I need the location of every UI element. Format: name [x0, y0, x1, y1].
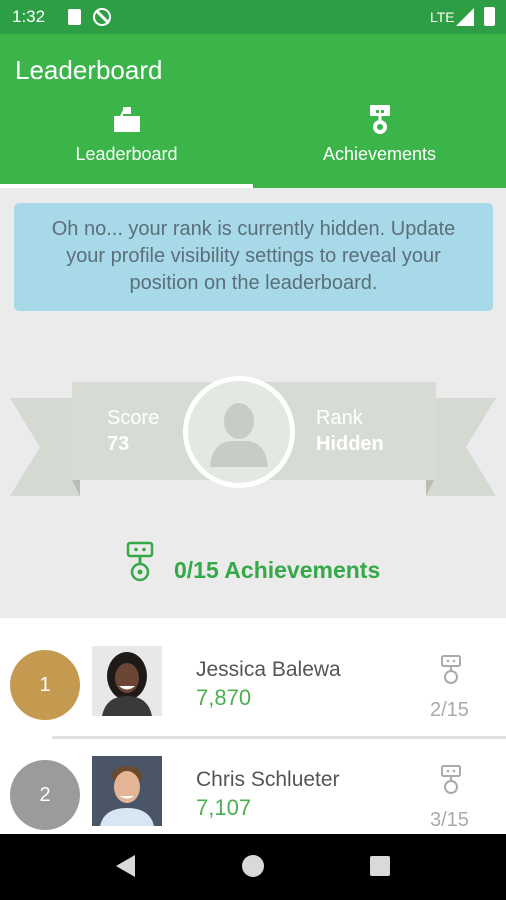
player-name: Chris Schlueter: [196, 768, 340, 791]
rank-label: Rank: [316, 407, 363, 429]
tab-leaderboard[interactable]: Leaderboard: [0, 102, 253, 188]
sd-card-icon: [68, 9, 81, 25]
player-achievements: 2/15: [430, 699, 469, 721]
person-placeholder-icon: [210, 403, 268, 467]
recents-icon[interactable]: [370, 856, 390, 876]
system-nav-bar: [0, 834, 506, 900]
player-score: 7,870: [196, 685, 252, 710]
app-bar: Leaderboard Leaderboard Achievements: [0, 34, 506, 188]
battery-icon: [484, 7, 495, 26]
person-photo-image: [92, 756, 162, 826]
player-achievements: 3/15: [430, 809, 469, 831]
rank-value: Hidden: [316, 433, 384, 455]
status-bar: 1:32 LTE: [0, 0, 506, 34]
back-icon[interactable]: [116, 855, 135, 877]
status-time: 1:32: [12, 7, 46, 26]
hidden-rank-notice: Oh no... your rank is currently hidden. …: [14, 203, 493, 311]
tab-leaderboard-label: Leaderboard: [75, 144, 178, 164]
score-label: Score: [107, 407, 160, 429]
network-type: LTE: [430, 9, 455, 25]
avatar: [92, 646, 162, 716]
score-value: 73: [107, 433, 130, 455]
player-name: Jessica Balewa: [196, 658, 341, 681]
podium-icon: [113, 107, 140, 132]
achievements-count: 0/15 Achievements: [174, 557, 381, 583]
tab-achievements[interactable]: Achievements: [253, 102, 506, 188]
signal-icon: [456, 8, 474, 26]
rank-badge: 1: [10, 650, 80, 720]
person-photo-image: [92, 646, 162, 716]
medal-icon: [441, 765, 461, 794]
tab-achievements-label: Achievements: [322, 144, 437, 164]
medal-icon: [126, 541, 154, 582]
rank-number: 2: [39, 784, 51, 806]
profile-ribbon: Score 73 Rank Hidden: [0, 370, 506, 505]
player-score: 7,107: [196, 795, 252, 820]
medal-icon: [441, 655, 461, 684]
page-title: Leaderboard: [15, 55, 163, 85]
rank-number: 1: [39, 674, 51, 696]
leaderboard-row[interactable]: 2 Chris Schlueter 7,107 3/15: [0, 728, 506, 834]
leaderboard-row[interactable]: 1 Jessica Balewa 7,870 2/15: [0, 618, 506, 728]
avatar: [92, 756, 162, 826]
user-avatar[interactable]: [183, 376, 295, 488]
home-icon[interactable]: [242, 855, 264, 877]
medal-icon: [369, 105, 390, 134]
no-disturb-icon: [93, 8, 111, 26]
achievements-summary[interactable]: 0/15 Achievements: [0, 538, 506, 598]
leaderboard-list[interactable]: 1 Jessica Balewa 7,870 2/15 2 Chris Schl…: [0, 618, 506, 834]
rank-badge: 2: [10, 760, 80, 830]
notice-text: Oh no... your rank is currently hidden. …: [51, 218, 456, 294]
tab-indicator: [0, 184, 253, 188]
